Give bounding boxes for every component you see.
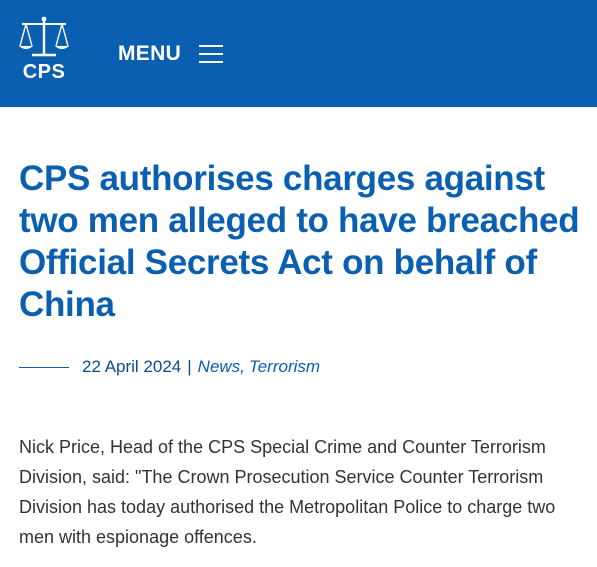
site-header: CPS MENU xyxy=(0,0,597,107)
category-link-news[interactable]: News, xyxy=(198,357,245,377)
menu-label: MENU xyxy=(118,42,182,65)
logo-text: CPS xyxy=(22,61,66,83)
cps-logo[interactable]: CPS xyxy=(18,14,70,84)
meta-separator: | xyxy=(187,357,192,376)
article-title: CPS authorises charges against two men a… xyxy=(19,159,580,324)
hamburger-menu-icon xyxy=(199,45,224,63)
article-body-paragraph: Nick Price, Head of the CPS Special Crim… xyxy=(19,437,556,547)
article-date: 22 April 2024 xyxy=(82,357,182,376)
article-meta: 22 April 2024 | News, Terrorism xyxy=(19,354,320,380)
scales-of-justice-icon xyxy=(18,14,70,60)
meta-divider-line xyxy=(19,366,69,368)
menu-button[interactable]: MENU xyxy=(118,36,224,72)
category-link-terrorism[interactable]: Terrorism xyxy=(249,357,320,377)
